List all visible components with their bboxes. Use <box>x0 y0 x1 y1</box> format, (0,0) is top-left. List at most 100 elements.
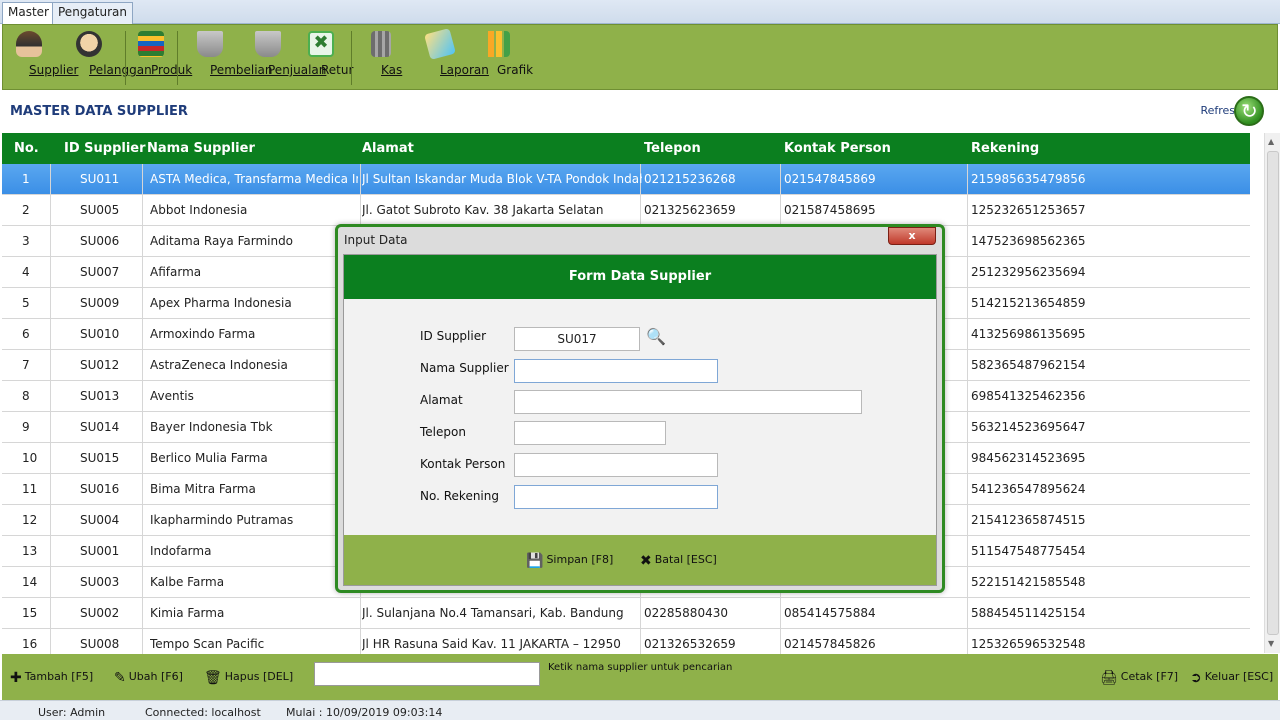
cell-no: 3 <box>22 234 30 248</box>
save-button[interactable]: 💾 Simpan [F8] <box>526 553 613 569</box>
column-divider <box>967 443 968 474</box>
cell-name: Afifarma <box>150 265 202 279</box>
cell-no: 14 <box>22 575 38 589</box>
cell-no: 12 <box>22 513 38 527</box>
table-row[interactable]: 15 SU002 Kimia Farma Jl. Sulanjana No.4 Tam… <box>2 598 1250 629</box>
cell-name: Apex Pharma Indonesia <box>150 296 292 310</box>
column-divider <box>50 443 51 474</box>
scroll-up-icon[interactable]: ▲ <box>1268 137 1274 146</box>
label-id-supplier: ID Supplier <box>420 329 487 343</box>
supplier-button[interactable]: Supplier <box>7 29 78 87</box>
id-supplier-field[interactable]: SU017 <box>514 327 640 351</box>
column-divider <box>50 164 51 195</box>
product-button[interactable]: Produk <box>131 29 192 87</box>
report-icon <box>424 28 456 60</box>
nama-supplier-field[interactable] <box>514 359 718 383</box>
column-divider <box>142 443 143 474</box>
label-nama-supplier: Nama Supplier <box>420 361 509 375</box>
column-divider <box>142 226 143 257</box>
column-header-account[interactable]: Rekening <box>971 141 1039 156</box>
column-divider <box>967 505 968 536</box>
cell-no: 10 <box>22 451 38 465</box>
tab-pengaturan[interactable]: Pengaturan <box>52 2 133 24</box>
column-header-contact[interactable]: Kontak Person <box>784 141 891 156</box>
column-divider <box>142 319 143 350</box>
cell-phone: 021215236268 <box>644 172 736 186</box>
cell-name: Indofarma <box>150 544 212 558</box>
cell-name: Aventis <box>150 389 194 403</box>
vertical-scrollbar[interactable]: ▲ ▼ <box>1264 133 1280 653</box>
cell-name: Armoxindo Farma <box>150 327 256 341</box>
add-button[interactable]: ✚ Tambah [F5] <box>10 670 93 686</box>
column-divider <box>967 288 968 319</box>
label-no-rekening: No. Rekening <box>420 489 499 503</box>
column-divider <box>967 381 968 412</box>
column-divider <box>50 226 51 257</box>
cell-name: Berlico Mulia Farma <box>150 451 268 465</box>
column-divider <box>780 164 781 195</box>
cell-id: SU003 <box>80 575 120 589</box>
column-divider <box>142 381 143 412</box>
cell-id: SU012 <box>80 358 120 372</box>
column-divider <box>780 598 781 629</box>
print-button[interactable]: 🖨 Cetak [F7] <box>1100 670 1178 686</box>
cell-id: SU011 <box>80 172 120 186</box>
table-row[interactable]: 2 SU005 Abbot Indonesia Jl. Gatot Subroto K… <box>2 195 1250 226</box>
close-icon[interactable]: x <box>888 227 936 245</box>
column-divider <box>967 164 968 195</box>
cell-name: Abbot Indonesia <box>150 203 248 217</box>
refresh-icon[interactable] <box>1234 96 1264 126</box>
column-divider <box>142 598 143 629</box>
telepon-field[interactable] <box>514 421 666 445</box>
exit-button[interactable]: ➲ Keluar [ESC] <box>1190 670 1273 686</box>
cell-contact: 021587458695 <box>784 203 876 217</box>
column-header-phone[interactable]: Telepon <box>644 141 701 156</box>
cell-account: 582365487962154 <box>971 358 1086 372</box>
sale-button[interactable]: Penjualan <box>241 29 326 87</box>
column-divider <box>142 536 143 567</box>
cell-name: Kalbe Farma <box>150 575 225 589</box>
column-divider <box>967 226 968 257</box>
tab-master[interactable]: Master <box>2 2 55 25</box>
cell-address: Jl Sultan Iskandar Muda Blok V-TA Pondok… <box>362 172 642 186</box>
cell-account: 522151421585548 <box>971 575 1086 589</box>
edit-button[interactable]: ✎ Ubah [F6] <box>114 670 183 686</box>
cell-id: SU016 <box>80 482 120 496</box>
cell-account: 984562314523695 <box>971 451 1086 465</box>
column-divider <box>360 195 361 226</box>
return-button[interactable]: ✖ Retur <box>301 29 353 87</box>
column-header-name[interactable]: Nama Supplier <box>147 141 255 156</box>
customer-button[interactable]: Pelanggan <box>59 29 152 87</box>
form-title: Form Data Supplier <box>344 255 936 299</box>
label-kontak-person: Kontak Person <box>420 457 506 471</box>
status-start-time: Mulai : 10/09/2019 09:03:14 <box>286 706 443 719</box>
scroll-down-icon[interactable]: ▼ <box>1268 639 1274 648</box>
no-rekening-field[interactable] <box>514 485 718 509</box>
cell-account: 125326596532548 <box>971 637 1086 651</box>
cell-account: 511547548775454 <box>971 544 1086 558</box>
alamat-field[interactable] <box>514 390 862 414</box>
cell-phone: 021325623659 <box>644 203 736 217</box>
report-button[interactable]: Laporan <box>415 28 489 87</box>
cell-name: Bima Mitra Farma <box>150 482 256 496</box>
table-row[interactable]: 1 SU011 ASTA Medica, Transfarma Medica Ind… <box>2 164 1250 195</box>
cell-no: 9 <box>22 420 30 434</box>
purchase-button[interactable]: Pembelian <box>183 29 273 87</box>
search-icon[interactable]: 🔍 <box>646 327 666 346</box>
column-divider <box>50 412 51 443</box>
column-header-address[interactable]: Alamat <box>362 141 414 156</box>
column-divider <box>967 536 968 567</box>
cell-account: 588454511425154 <box>971 606 1086 620</box>
table-header: No. ID Supplier Nama Supplier Alamat Tel… <box>2 133 1250 164</box>
chart-button[interactable]: Grafik <box>475 29 533 87</box>
cancel-button[interactable]: ✖ Batal [ESC] <box>640 553 717 569</box>
column-divider <box>50 257 51 288</box>
delete-button[interactable]: 🗑 Hapus [DEL] <box>204 670 293 686</box>
search-input[interactable] <box>314 662 540 686</box>
column-header-id[interactable]: ID Supplier <box>64 141 146 156</box>
kontak-person-field[interactable] <box>514 453 718 477</box>
cash-icon <box>371 31 391 57</box>
column-header-no[interactable]: No. <box>14 141 39 156</box>
cash-button[interactable]: Kas <box>361 29 402 87</box>
scroll-thumb[interactable] <box>1267 151 1279 635</box>
